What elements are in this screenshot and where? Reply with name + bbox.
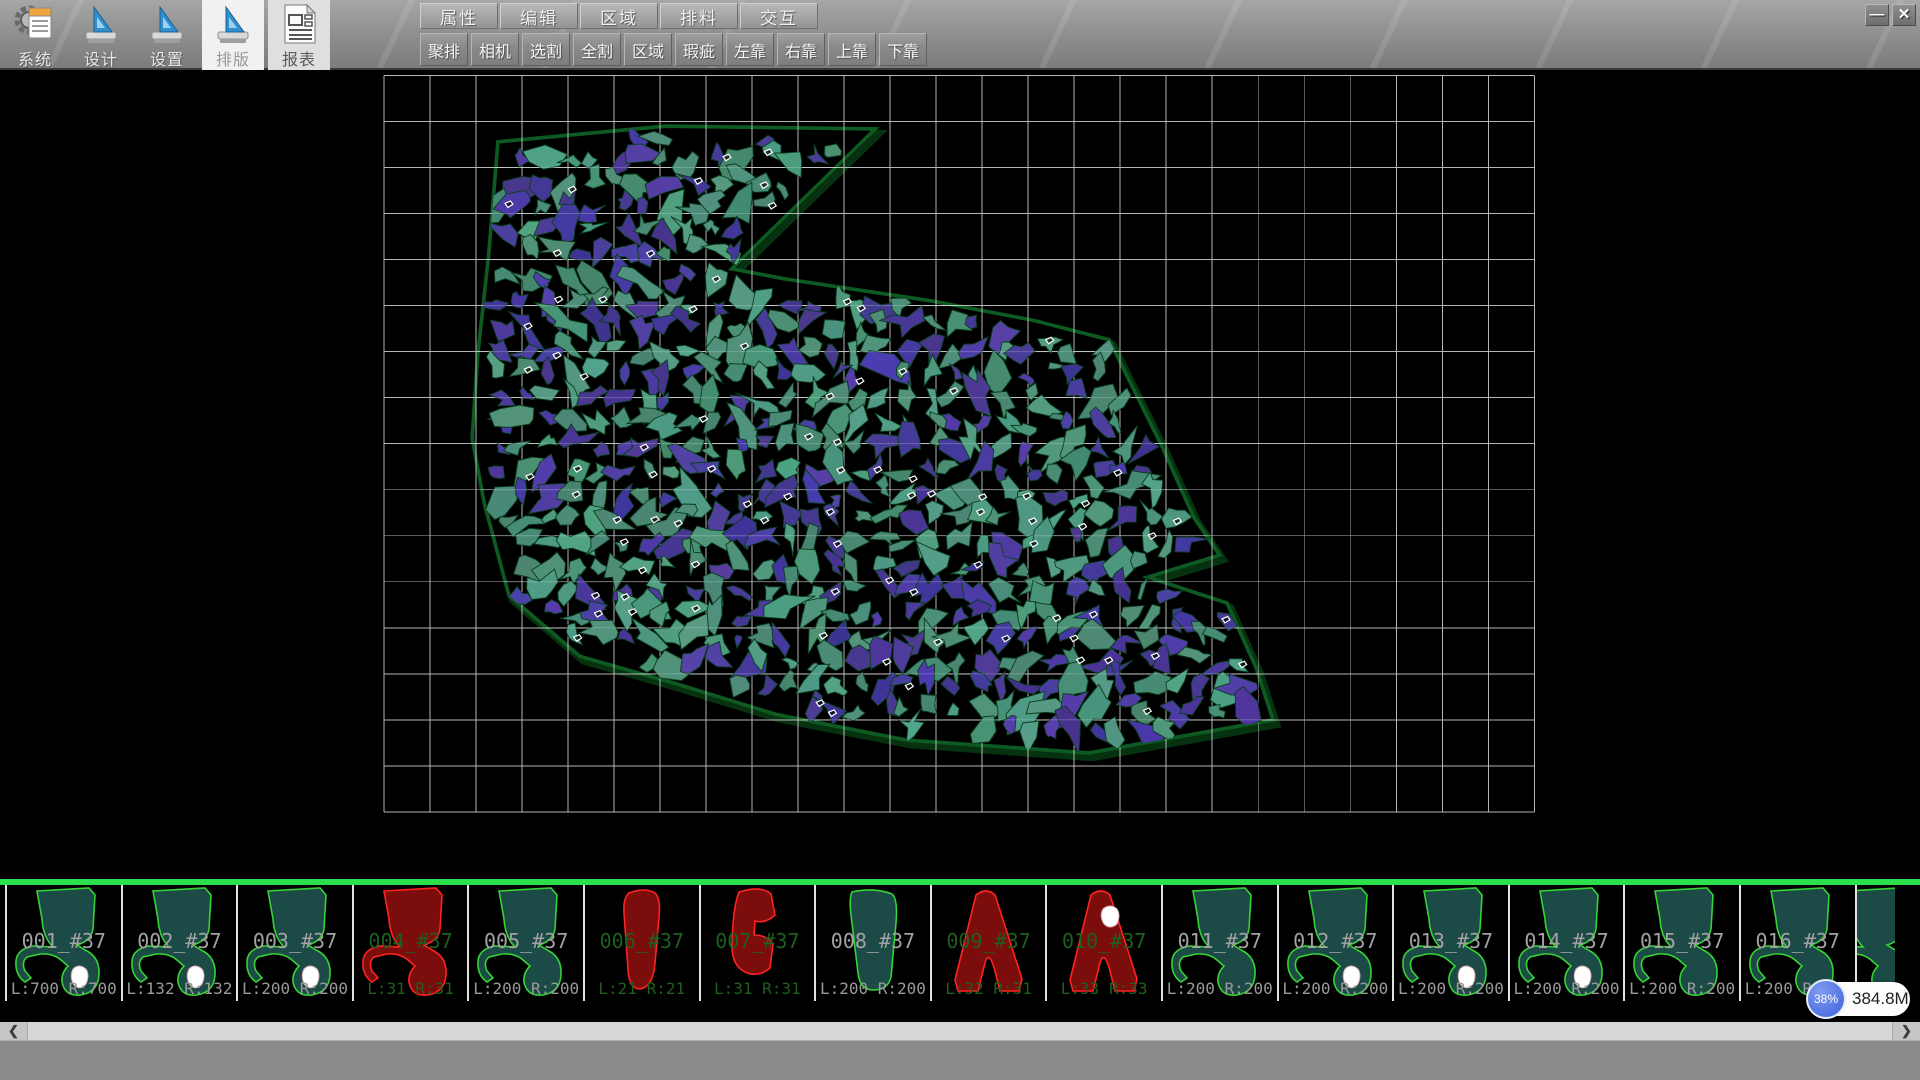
- big-button-label: 设计: [84, 46, 118, 70]
- piece-id-label: 005_#37: [469, 929, 583, 953]
- piece-id-label: 010_#37: [1047, 929, 1161, 953]
- piece-id-label: 004_#37: [354, 929, 468, 953]
- piece-lr-count-label: L:31 R:31: [354, 979, 468, 998]
- piece-lr-count-label: L:132 R:132: [123, 979, 237, 998]
- piece-lr-count-label: L:200 R:200: [469, 979, 583, 998]
- minimize-button[interactable]: —: [1865, 4, 1889, 26]
- tool-button-select-cut[interactable]: 选割: [522, 33, 570, 66]
- menu-tabs: 属性编辑区域排料交互: [420, 3, 930, 29]
- menu-tab-interaction[interactable]: 交互: [740, 3, 818, 29]
- tool-button-cut-all[interactable]: 全割: [573, 33, 621, 66]
- close-button[interactable]: ✕: [1892, 4, 1916, 26]
- piece-id-label: 009_#37: [932, 929, 1046, 953]
- piece-thumbnail[interactable]: 001_#37 L:700 R:700: [5, 885, 121, 1001]
- piece-lr-count-label: L:31 R:31: [701, 979, 815, 998]
- scroll-left-button[interactable]: ❮: [0, 1022, 28, 1040]
- piece-lr-count-label: L:200 R:200: [1163, 979, 1277, 998]
- piece-lr-count-label: L:21 R:21: [585, 979, 699, 998]
- piece-thumbnail[interactable]: 009_#37 L:32 R:31: [930, 885, 1046, 1001]
- performance-bubble[interactable]: 38% 384.8M: [1808, 982, 1910, 1016]
- piece-lr-count-label: L:32 R:31: [932, 979, 1046, 998]
- set-square-icon: [145, 2, 189, 46]
- nesting-canvas[interactable]: [0, 70, 1920, 880]
- big-button-label: 系统: [18, 46, 52, 70]
- piece-thumbnail-strip: 001_#37L:700 R:700002_#37L:132 R:132003_…: [0, 885, 1920, 1001]
- window-bottom-bar: [0, 1040, 1920, 1080]
- report-document-icon: [277, 2, 321, 46]
- hide-nesting-view: [0, 70, 1920, 880]
- big-button-design[interactable]: 设计: [70, 0, 132, 70]
- big-button-report[interactable]: 报表: [268, 0, 330, 70]
- piece-lr-count-label: L:200 R:200: [1510, 979, 1624, 998]
- big-button-layout[interactable]: 排版: [202, 0, 264, 70]
- piece-thumbnail[interactable]: 011_#37 L:200 R:200: [1161, 885, 1277, 1001]
- piece-lr-count-label: L:700 R:700: [7, 979, 121, 998]
- piece-id-label: 013_#37: [1394, 929, 1508, 953]
- window-controls: — ✕: [1862, 4, 1916, 26]
- piece-thumbnail[interactable]: 004_#37 L:31 R:31: [352, 885, 468, 1001]
- big-button-label: 排版: [216, 46, 250, 70]
- piece-lr-count-label: L:33 R:33: [1047, 979, 1161, 998]
- tool-button-camera[interactable]: 相机: [471, 33, 519, 66]
- piece-thumbnail[interactable]: 010_#37 L:33 R:33: [1045, 885, 1161, 1001]
- piece-thumbnail[interactable]: 005_#37 L:200 R:200: [467, 885, 583, 1001]
- big-button-system[interactable]: 系统: [4, 0, 66, 70]
- piece-lr-count-label: L:200 R:200: [1625, 979, 1739, 998]
- tool-button-cluster-nest[interactable]: 聚排: [420, 33, 468, 66]
- tool-button-region[interactable]: 区域: [624, 33, 672, 66]
- piece-thumbnail[interactable]: 002_#37 L:132 R:132: [121, 885, 237, 1001]
- set-square-icon: [211, 2, 255, 46]
- set-square-icon: [79, 2, 123, 46]
- gear-notebook-icon: [13, 2, 57, 46]
- piece-id-label: 001_#37: [7, 929, 121, 953]
- big-button-label: 报表: [282, 46, 316, 70]
- cpu-percent-badge: 38%: [1806, 979, 1846, 1019]
- menu-area: 属性编辑区域排料交互 聚排相机选割全割区域瑕疵左靠右靠上靠下靠: [420, 0, 930, 66]
- piece-thumbnail[interactable]: 015_#37 L:200 R:200: [1623, 885, 1739, 1001]
- tool-buttons-row: 聚排相机选割全割区域瑕疵左靠右靠上靠下靠: [420, 33, 930, 66]
- piece-lr-count-label: L:200 R:200: [816, 979, 930, 998]
- piece-lr-count-label: L:200 R:200: [238, 979, 352, 998]
- piece-lr-count-label: L:200 R:200: [1394, 979, 1508, 998]
- piece-id-label: 006_#37: [585, 929, 699, 953]
- piece-thumbnail[interactable]: 007_#37 L:31 R:31: [699, 885, 815, 1001]
- tool-button-defect[interactable]: 瑕疵: [675, 33, 723, 66]
- menu-tab-region[interactable]: 区域: [580, 3, 658, 29]
- piece-id-label: 014_#37: [1510, 929, 1624, 953]
- piece-id-label: 011_#37: [1163, 929, 1277, 953]
- piece-thumbnail[interactable]: 014_#37 L:200 R:200: [1508, 885, 1624, 1001]
- piece-id-label: 008_#37: [816, 929, 930, 953]
- scroll-right-button[interactable]: ❯: [1892, 1022, 1920, 1040]
- memory-usage-label: 384.8M: [1852, 982, 1909, 1016]
- piece-id-label: 003_#37: [238, 929, 352, 953]
- main-mode-buttons: 系统 设计 设置 排版 报表: [4, 0, 334, 70]
- piece-thumbnail[interactable]: 006_#37 L:21 R:21: [583, 885, 699, 1001]
- app-window: 系统设计设置排版报表 属性编辑区域排料交互 聚排相机选割全割区域瑕疵左靠右靠上靠…: [0, 0, 1920, 1080]
- piece-thumbnail[interactable]: 013_#37 L:200 R:200: [1392, 885, 1508, 1001]
- tool-button-snap-left[interactable]: 左靠: [726, 33, 774, 66]
- piece-id-label: 002_#37: [123, 929, 237, 953]
- piece-lr-count-label: L:200 R:200: [1279, 979, 1393, 998]
- piece-id-label: 016_#37: [1741, 929, 1855, 953]
- piece-id-label: 007_#37: [701, 929, 815, 953]
- big-button-settings[interactable]: 设置: [136, 0, 198, 70]
- horizontal-scrollbar[interactable]: ❮ ❯: [0, 1022, 1920, 1040]
- piece-thumbnail[interactable]: 003_#37 L:200 R:200: [236, 885, 352, 1001]
- tool-button-snap-right[interactable]: 右靠: [777, 33, 825, 66]
- tool-button-snap-down[interactable]: 下靠: [879, 33, 927, 66]
- piece-id-label: 015_#37: [1625, 929, 1739, 953]
- big-button-label: 设置: [150, 46, 184, 70]
- menu-tab-edit[interactable]: 编辑: [500, 3, 578, 29]
- main-toolbar: 系统设计设置排版报表 属性编辑区域排料交互 聚排相机选割全割区域瑕疵左靠右靠上靠…: [0, 0, 1920, 70]
- piece-thumbnail[interactable]: 008_#37 L:200 R:200: [814, 885, 930, 1001]
- tool-button-snap-up[interactable]: 上靠: [828, 33, 876, 66]
- piece-id-label: 012_#37: [1279, 929, 1393, 953]
- menu-tab-nesting[interactable]: 排料: [660, 3, 738, 29]
- menu-tab-properties[interactable]: 属性: [420, 3, 498, 29]
- piece-thumbnail[interactable]: 012_#37 L:200 R:200: [1277, 885, 1393, 1001]
